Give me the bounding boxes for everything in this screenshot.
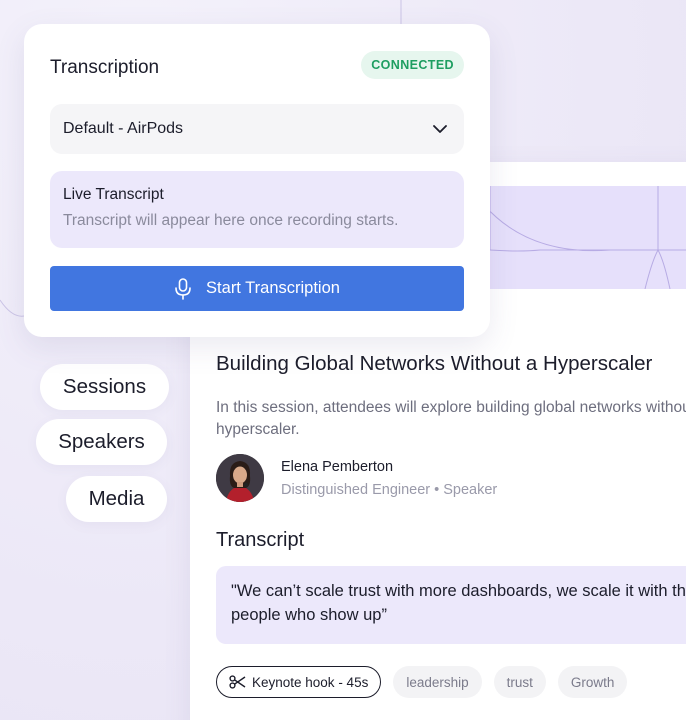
start-transcription-button[interactable]: Start Transcription bbox=[50, 266, 464, 311]
nav-media[interactable]: Media bbox=[66, 476, 167, 522]
microphone-icon bbox=[175, 277, 191, 300]
session-description: In this session, attendees will explore … bbox=[216, 399, 686, 438]
nav-label: Speakers bbox=[58, 430, 145, 453]
chevron-down-icon bbox=[433, 125, 447, 133]
nav-label: Sessions bbox=[62, 375, 147, 398]
tag-label: Keynote hook - 45s bbox=[252, 674, 369, 690]
transcription-card: Transcription CONNECTED Default - AirPod… bbox=[24, 24, 490, 337]
start-transcription-label: Start Transcription bbox=[206, 279, 340, 297]
tag-label: Growth bbox=[570, 674, 615, 690]
avatar-portrait bbox=[216, 454, 264, 502]
tag-growth[interactable]: Growth bbox=[557, 666, 628, 698]
transcript-heading: Transcript bbox=[216, 529, 305, 551]
tag-trust[interactable]: trust bbox=[493, 666, 546, 698]
transcript-quote: "We can’t scale trust with more dashboar… bbox=[216, 566, 686, 644]
nav-sessions[interactable]: Sessions bbox=[40, 364, 169, 410]
transcription-title: Transcription bbox=[50, 57, 160, 78]
live-transcript-title: Live Transcript bbox=[63, 186, 164, 203]
status-badge: CONNECTED bbox=[361, 51, 464, 79]
tag-leadership[interactable]: leadership bbox=[393, 666, 482, 698]
nav-speakers[interactable]: Speakers bbox=[36, 419, 167, 465]
tag-list: Keynote hook - 45s leadership trust Grow… bbox=[216, 666, 628, 698]
input-device-select[interactable]: Default - AirPods bbox=[50, 104, 464, 154]
tag-label: leadership bbox=[406, 674, 469, 690]
scissors-icon bbox=[229, 675, 246, 689]
app-canvas: Building Global Networks Without a Hyper… bbox=[0, 0, 686, 720]
device-select-value: Default - AirPods bbox=[63, 120, 184, 137]
speaker-role: Distinguished Engineer • Speaker bbox=[281, 482, 498, 498]
live-transcript-panel: Live Transcript Transcript will appear h… bbox=[50, 171, 464, 248]
speaker-name: Elena Pemberton bbox=[281, 459, 394, 475]
tag-keynote-hook[interactable]: Keynote hook - 45s bbox=[216, 666, 382, 698]
speaker-avatar bbox=[216, 454, 264, 502]
session-title: Building Global Networks Without a Hyper… bbox=[216, 352, 653, 375]
live-transcript-placeholder: Transcript will appear here once recordi… bbox=[63, 212, 399, 229]
nav-label: Media bbox=[88, 487, 145, 510]
tag-label: trust bbox=[506, 674, 533, 690]
